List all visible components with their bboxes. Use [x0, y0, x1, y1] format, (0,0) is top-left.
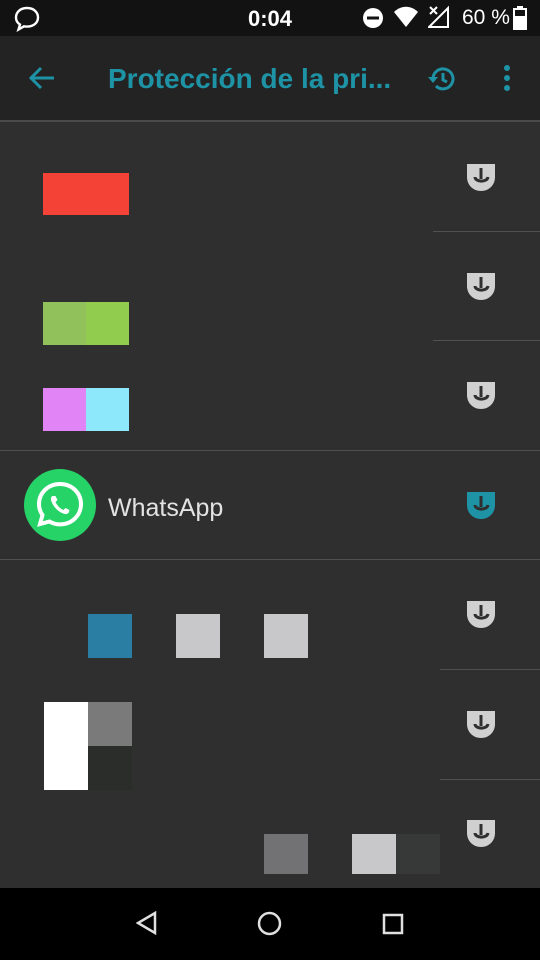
app-bar: Protección de la pri...: [0, 36, 540, 122]
battery-icon: [513, 6, 527, 30]
divider: [433, 231, 540, 232]
history-icon[interactable]: [427, 63, 459, 95]
divider: [440, 669, 540, 670]
app-icon: [43, 302, 86, 345]
protection-toggle-icon[interactable]: [466, 271, 496, 301]
page-title: Protección de la pri...: [108, 63, 392, 94]
app-icon: [43, 173, 129, 215]
protection-toggle-icon[interactable]: [466, 709, 496, 739]
app-icon: [88, 746, 132, 790]
status-bar: 0:04 60 %: [0, 0, 540, 36]
app-icon: [86, 302, 129, 345]
recents-square-icon[interactable]: [382, 913, 404, 935]
app-icon: [352, 834, 396, 874]
divider: [440, 779, 540, 780]
divider: [433, 340, 540, 341]
app-icon: [264, 834, 308, 874]
do-not-disturb-icon: [363, 8, 383, 28]
app-icon: [396, 834, 440, 874]
app-icon: [43, 388, 86, 431]
more-vert-icon[interactable]: [500, 64, 514, 94]
app-label: WhatsApp: [108, 494, 224, 522]
app-icon: [86, 388, 129, 431]
arrow-back-icon[interactable]: [28, 64, 56, 92]
chat-bubble-icon: [14, 6, 40, 32]
navigation-bar: [0, 888, 540, 960]
app-icon: [88, 702, 132, 746]
whatsapp-icon: [24, 469, 96, 541]
app-icon: [88, 614, 132, 658]
protection-toggle-icon[interactable]: [466, 162, 496, 192]
back-triangle-icon[interactable]: [136, 911, 158, 935]
protection-toggle-icon[interactable]: [466, 380, 496, 410]
wifi-icon: [394, 6, 418, 27]
no-signal-icon: [428, 5, 449, 28]
divider: [0, 450, 540, 451]
app-icon: [176, 614, 220, 658]
battery-percentage: 60 %: [462, 6, 510, 29]
divider: [0, 559, 540, 560]
app-icon: [264, 614, 308, 658]
protection-toggle-icon[interactable]: [466, 818, 496, 848]
clock: 0:04: [248, 6, 293, 31]
app-icon: [44, 702, 88, 790]
home-circle-icon[interactable]: [257, 911, 282, 936]
protection-toggle-icon[interactable]: [466, 599, 496, 629]
protection-toggle-icon[interactable]: [466, 490, 496, 520]
